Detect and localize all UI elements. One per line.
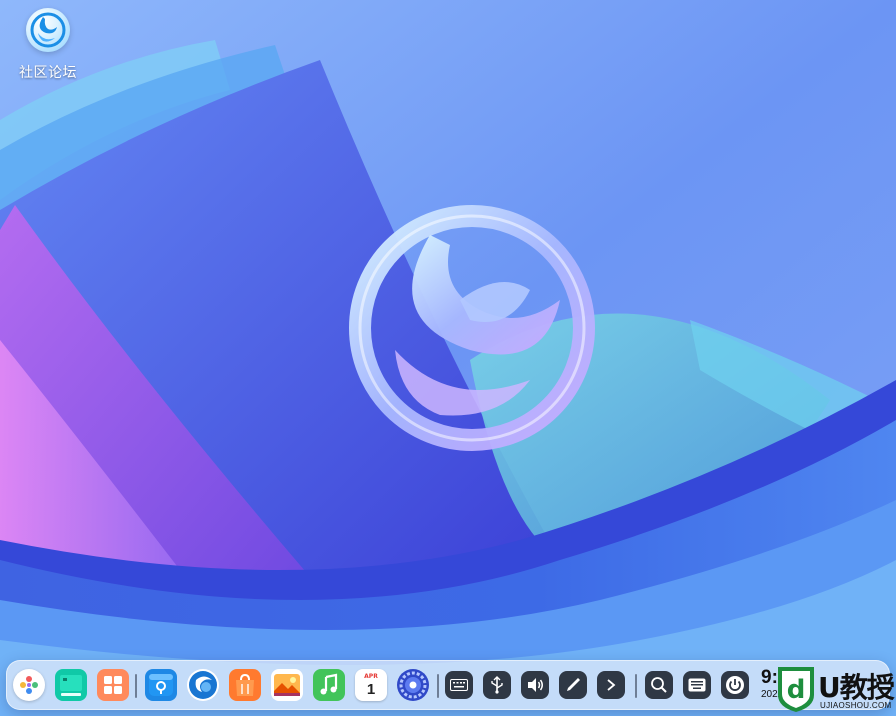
- dock-separator: [635, 674, 637, 698]
- multitask-view-button[interactable]: [55, 669, 87, 701]
- keyboard-alt-icon: [688, 678, 706, 692]
- screenshot-button[interactable]: [559, 671, 587, 699]
- music-button[interactable]: [313, 669, 345, 701]
- launcher-button[interactable]: [13, 669, 45, 701]
- file-manager-button[interactable]: [97, 669, 129, 701]
- control-center-button[interactable]: [397, 669, 429, 701]
- watermark-title: U教授: [818, 671, 895, 704]
- search-icon: [651, 677, 667, 693]
- onscreen-keyboard-button[interactable]: [683, 671, 711, 699]
- calendar-button[interactable]: APR 1: [355, 669, 387, 701]
- calendar-icon: APR 1: [364, 673, 378, 698]
- usb-button[interactable]: [483, 671, 511, 699]
- keyboard-icon: [450, 679, 468, 691]
- calendar-day: 1: [366, 680, 376, 698]
- power-icon: [726, 676, 744, 694]
- watermark-logo-icon: d: [778, 667, 814, 712]
- calendar-month: APR: [364, 672, 378, 680]
- image-viewer-button[interactable]: [271, 669, 303, 701]
- search-button[interactable]: [645, 671, 673, 699]
- watermark-subtitle: UJIAOSHOU.COM: [820, 701, 892, 710]
- launcher-icon: [20, 676, 38, 694]
- desktop-wallpaper: [0, 0, 896, 716]
- file-manager-icon: [104, 676, 122, 694]
- app-store-icon: [149, 674, 173, 696]
- volume-icon: [528, 678, 543, 692]
- photo-icon: [274, 674, 300, 696]
- expand-tray-button[interactable]: [597, 671, 625, 699]
- desktop-shortcut-forum[interactable]: 社区论坛: [8, 8, 88, 92]
- sound-button[interactable]: [521, 671, 549, 699]
- power-button[interactable]: [721, 671, 749, 699]
- deepin-forum-icon: [26, 8, 70, 52]
- multitask-icon: [60, 675, 82, 696]
- store-button[interactable]: [229, 669, 261, 701]
- dock: APR 1 9:2 2022/4/: [6, 660, 890, 710]
- usb-icon: [491, 676, 503, 694]
- keyboard-layout-button[interactable]: [445, 671, 473, 699]
- browser-icon: [189, 671, 217, 699]
- pen-icon: [567, 678, 580, 691]
- desktop-shortcut-label: 社区论坛: [19, 65, 77, 81]
- app-store-button[interactable]: [145, 669, 177, 701]
- dock-separator: [437, 674, 439, 698]
- watermark: d U教授 UJIAOSHOU.COM: [776, 664, 895, 714]
- chevron-right-icon: [607, 679, 616, 691]
- shopping-bag-icon: [236, 673, 254, 696]
- gear-icon: [399, 671, 427, 699]
- svg-text:d: d: [787, 675, 806, 705]
- browser-button[interactable]: [187, 669, 219, 701]
- dock-separator: [135, 674, 137, 698]
- music-icon: [320, 673, 338, 695]
